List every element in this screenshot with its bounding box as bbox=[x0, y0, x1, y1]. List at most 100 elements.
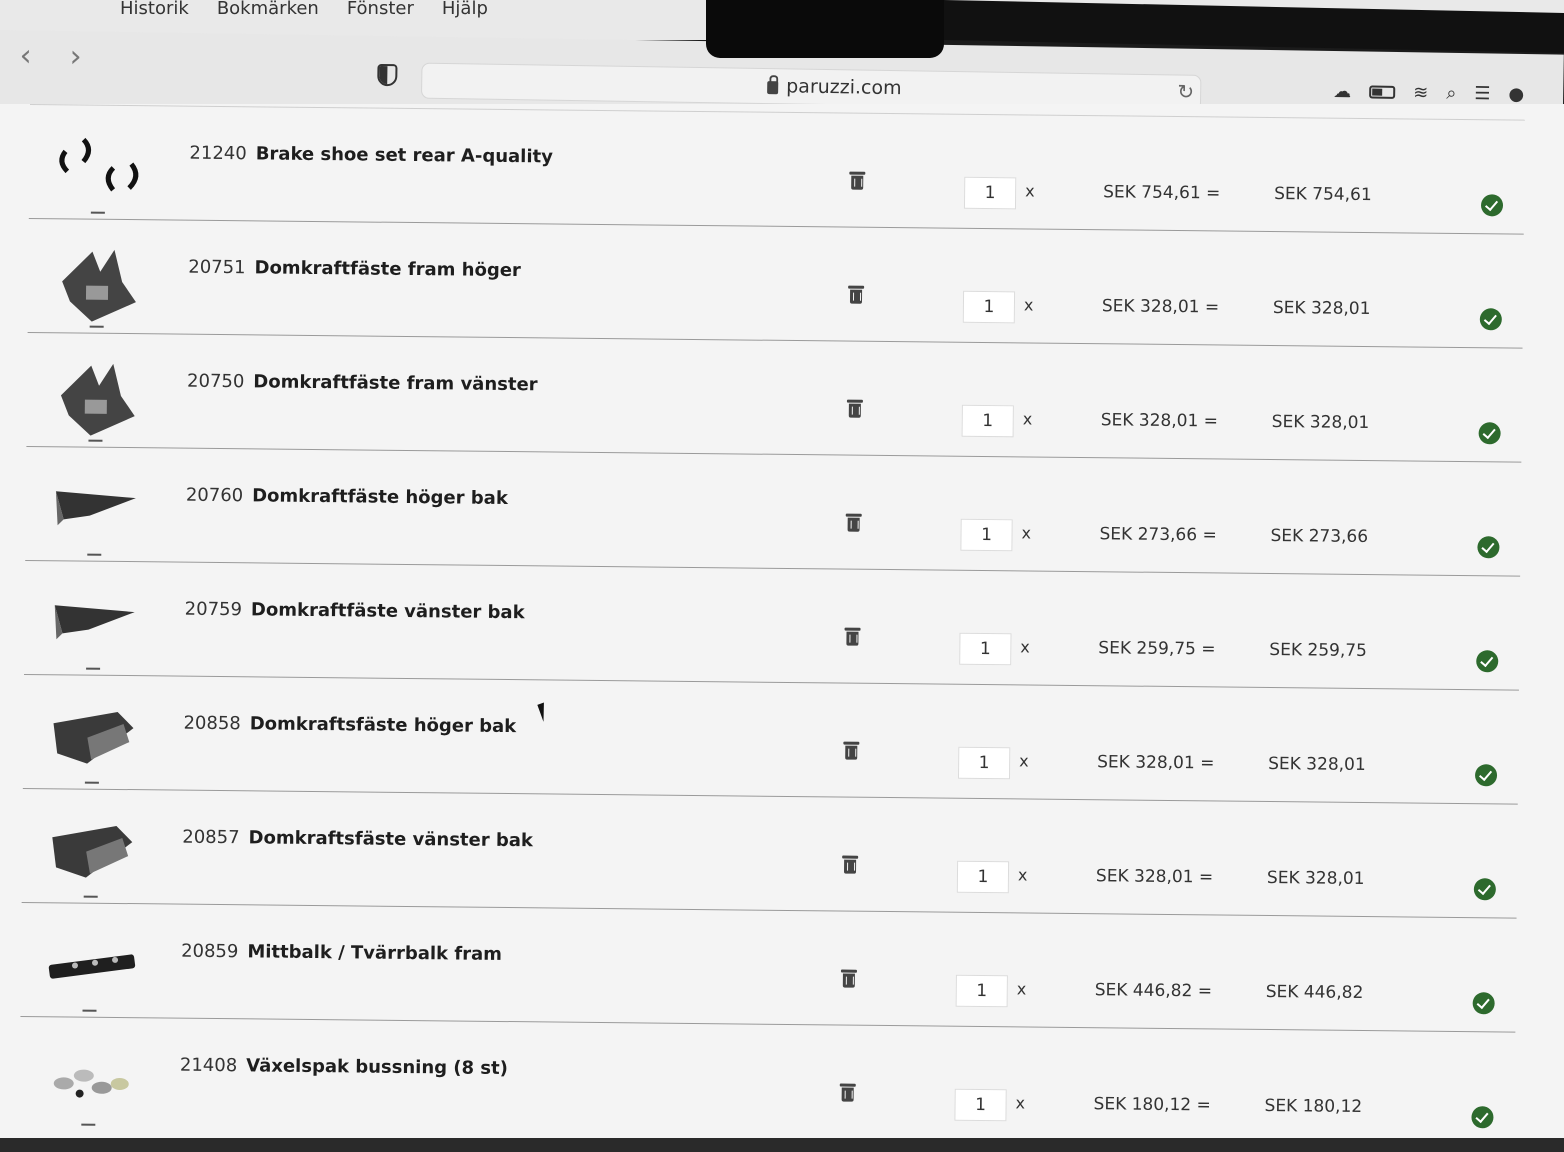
trash-icon[interactable] bbox=[849, 289, 863, 304]
menu-fonster[interactable]: Fönster bbox=[347, 0, 414, 19]
url-display: paruzzi.com bbox=[767, 75, 902, 99]
status-icons: ☁ ≋ ⌕ ☰ ● bbox=[1333, 81, 1524, 105]
line-total: SEK 754,61 bbox=[1274, 184, 1372, 206]
thumbnail-caption bbox=[89, 325, 104, 328]
back-icon[interactable]: ‹ bbox=[19, 38, 32, 73]
menu-items: Historik Bokmärken Fönster Hjälp bbox=[120, 0, 488, 19]
article-number: 20760 bbox=[185, 484, 244, 507]
trash-icon[interactable] bbox=[847, 517, 860, 532]
product-name-link[interactable]: Växelspak bussning (8 st) bbox=[246, 1055, 508, 1079]
wifi-icon[interactable]: ≋ bbox=[1413, 82, 1428, 103]
battery-icon[interactable] bbox=[1369, 85, 1396, 99]
unit-price: SEK 259,75 = bbox=[1098, 638, 1216, 660]
product-thumbnail[interactable] bbox=[46, 811, 139, 898]
product-name-link[interactable]: Domkraftsfäste vänster bak bbox=[248, 827, 533, 851]
cart-row: 20759 Domkraftfäste vänster bak 1 x SEK 259,… bbox=[24, 559, 1521, 690]
screen-bezel bbox=[0, 1138, 1564, 1152]
article-number: 20759 bbox=[184, 598, 243, 621]
trash-icon[interactable] bbox=[842, 973, 855, 988]
product-thumbnail[interactable] bbox=[51, 355, 144, 442]
quantity-input[interactable]: 1 bbox=[957, 746, 1011, 780]
in-stock-check-icon bbox=[1479, 308, 1502, 331]
quantity-input[interactable]: 1 bbox=[955, 974, 1008, 1008]
times-label: x bbox=[1015, 1093, 1026, 1113]
quantity-input[interactable]: 1 bbox=[962, 290, 1016, 324]
line-total: SEK 446,82 bbox=[1265, 981, 1364, 1004]
article-number: 21240 bbox=[189, 142, 247, 165]
trash-icon[interactable] bbox=[848, 403, 861, 418]
unit-price: SEK 328,01 = bbox=[1095, 866, 1214, 888]
thumbnail-caption bbox=[90, 211, 105, 214]
line-total: SEK 328,01 bbox=[1271, 412, 1370, 434]
product-thumbnail[interactable] bbox=[47, 697, 140, 784]
privacy-shield-icon[interactable] bbox=[377, 63, 398, 87]
trash-icon[interactable] bbox=[851, 175, 864, 190]
product-title: 20751 Domkraftfäste fram höger bbox=[188, 257, 521, 281]
quantity-input[interactable]: 1 bbox=[961, 404, 1014, 438]
in-stock-check-icon bbox=[1473, 878, 1496, 901]
trash-icon[interactable] bbox=[845, 745, 858, 760]
quantity-input[interactable]: 1 bbox=[954, 1088, 1007, 1122]
search-icon[interactable]: ⌕ bbox=[1446, 83, 1456, 104]
trash-icon[interactable] bbox=[846, 631, 859, 646]
unit-price: SEK 273,66 = bbox=[1099, 524, 1217, 546]
line-total: SEK 273,66 bbox=[1270, 526, 1369, 548]
menu-bokmarken[interactable]: Bokmärken bbox=[217, 0, 319, 19]
quantity-input[interactable]: 1 bbox=[956, 860, 1010, 894]
cloud-sync-icon[interactable]: ☁ bbox=[1333, 81, 1351, 102]
control-center-icon[interactable]: ☰ bbox=[1474, 83, 1490, 104]
cart-row: 21408 Växelspak bussning (8 st) 1 x SEK 180,… bbox=[19, 1015, 1516, 1146]
product-thumbnail[interactable] bbox=[52, 241, 145, 328]
line-total: SEK 328,01 bbox=[1266, 867, 1365, 890]
cart-row: 20858 Domkraftsfäste höger bak 1 x SEK 328,0… bbox=[22, 673, 1519, 804]
reload-icon[interactable]: ↻ bbox=[1177, 80, 1194, 104]
in-stock-check-icon bbox=[1480, 194, 1504, 217]
product-title: 20859 Mittbalk / Tvärrbalk fram bbox=[181, 941, 502, 965]
trash-icon[interactable] bbox=[843, 859, 857, 874]
product-thumbnail[interactable] bbox=[45, 925, 138, 1012]
url-text: paruzzi.com bbox=[786, 75, 902, 100]
in-stock-check-icon bbox=[1471, 1106, 1494, 1129]
thumbnail-caption bbox=[86, 667, 101, 670]
times-label: x bbox=[1021, 523, 1032, 543]
cart-row: 20760 Domkraftfäste höger bak 1 x SEK 273,66… bbox=[25, 445, 1522, 576]
product-name-link[interactable]: Domkraftsfäste höger bak bbox=[250, 713, 517, 737]
quantity-input[interactable]: 1 bbox=[963, 176, 1017, 210]
line-total: SEK 180,12 bbox=[1264, 1095, 1363, 1118]
product-name-link[interactable]: Mittbalk / Tvärrbalk fram bbox=[247, 941, 502, 965]
product-name-link[interactable]: Brake shoe set rear A-quality bbox=[256, 143, 553, 167]
thumbnail-caption bbox=[83, 895, 98, 898]
in-stock-check-icon bbox=[1478, 422, 1501, 445]
product-name-link[interactable]: Domkraftfäste höger bak bbox=[252, 485, 508, 509]
menu-historik[interactable]: Historik bbox=[120, 0, 189, 19]
product-title: 20759 Domkraftfäste vänster bak bbox=[185, 599, 525, 624]
product-name-link[interactable]: Domkraftfäste fram vänster bbox=[253, 371, 537, 395]
product-title: 21408 Växelspak bussning (8 st) bbox=[180, 1055, 508, 1079]
product-thumbnail[interactable] bbox=[43, 1039, 136, 1126]
times-label: x bbox=[1017, 865, 1028, 885]
unit-price: SEK 754,61 = bbox=[1103, 182, 1221, 204]
times-label: x bbox=[1016, 979, 1027, 999]
siri-icon[interactable]: ● bbox=[1508, 84, 1524, 105]
quantity-input[interactable]: 1 bbox=[960, 518, 1013, 552]
article-number: 20859 bbox=[181, 940, 239, 963]
product-thumbnail[interactable] bbox=[49, 469, 142, 556]
menu-hjalp[interactable]: Hjälp bbox=[442, 0, 488, 19]
trash-icon[interactable] bbox=[841, 1087, 854, 1102]
cart-row: 20857 Domkraftsfäste vänster bak 1 x SEK 328… bbox=[21, 787, 1518, 918]
line-total: SEK 328,01 bbox=[1272, 298, 1371, 320]
product-name-link[interactable]: Domkraftfäste vänster bak bbox=[251, 599, 525, 623]
product-name-link[interactable]: Domkraftfäste fram höger bbox=[254, 257, 521, 281]
product-thumbnail[interactable] bbox=[48, 583, 141, 670]
article-number: 20751 bbox=[188, 256, 246, 279]
article-number: 21408 bbox=[179, 1054, 238, 1077]
times-label: x bbox=[1019, 751, 1029, 771]
in-stock-check-icon bbox=[1474, 764, 1498, 787]
in-stock-check-icon bbox=[1476, 650, 1499, 673]
quantity-input[interactable]: 1 bbox=[959, 632, 1012, 666]
cart-row: 20751 Domkraftfäste fram höger 1 x SEK 328,0… bbox=[27, 217, 1524, 348]
forward-icon[interactable]: › bbox=[69, 39, 82, 74]
product-thumbnail[interactable] bbox=[53, 127, 146, 214]
product-title: 21240 Brake shoe set rear A-quality bbox=[189, 143, 553, 168]
thumbnail-caption bbox=[84, 781, 99, 784]
